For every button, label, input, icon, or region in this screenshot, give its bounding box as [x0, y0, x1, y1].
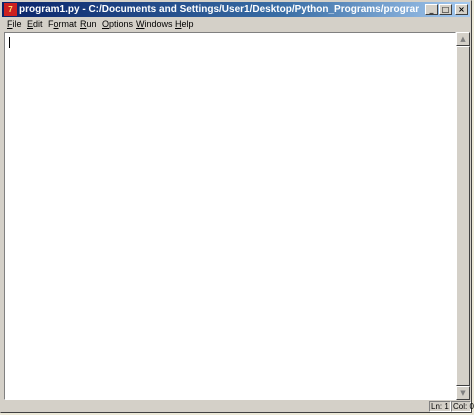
- status-column: Col: 0: [451, 401, 474, 412]
- menu-bar: File Edit Format Run Options Windows Hel…: [2, 17, 470, 31]
- menu-file[interactable]: File: [7, 17, 22, 31]
- window-title: program1.py - C:/Documents and Settings/…: [19, 4, 419, 15]
- menu-options[interactable]: Options: [102, 17, 133, 31]
- menu-file-rest: ile: [12, 19, 22, 29]
- menu-help[interactable]: Help: [175, 17, 194, 31]
- menu-options-mnemonic: O: [102, 19, 110, 29]
- scroll-down-arrow-icon[interactable]: ▼: [456, 386, 470, 400]
- menu-run[interactable]: Run: [80, 17, 97, 31]
- minimize-button[interactable]: _: [425, 4, 438, 15]
- text-caret: [9, 37, 10, 48]
- scroll-thumb[interactable]: [456, 46, 470, 386]
- menu-edit[interactable]: Edit: [27, 17, 43, 31]
- menu-windows[interactable]: Windows: [136, 17, 173, 31]
- menu-windows-mnemonic: W: [136, 19, 145, 29]
- menu-format-rest: rmat: [58, 19, 77, 29]
- menu-options-rest: ptions: [109, 19, 134, 29]
- code-editor-area[interactable]: [4, 32, 456, 400]
- menu-run-rest: un: [86, 19, 97, 29]
- menu-windows-rest: indows: [144, 19, 173, 29]
- scroll-up-arrow-icon[interactable]: ▲: [456, 32, 470, 46]
- close-button[interactable]: ×: [455, 4, 468, 15]
- menu-format[interactable]: Format: [48, 17, 77, 31]
- idle-editor-window: 7 program1.py - C:/Documents and Setting…: [0, 0, 474, 413]
- maximize-button[interactable]: □: [439, 4, 452, 15]
- menu-edit-rest: dit: [33, 19, 43, 29]
- menu-help-rest: elp: [181, 19, 194, 29]
- vertical-scrollbar[interactable]: ▲ ▼: [456, 32, 470, 400]
- status-line: Ln: 1: [429, 401, 451, 412]
- python-idle-icon[interactable]: 7: [4, 3, 17, 16]
- status-bar: Ln: 1 Col: 0: [2, 401, 474, 412]
- title-bar[interactable]: 7 program1.py - C:/Documents and Setting…: [2, 2, 470, 17]
